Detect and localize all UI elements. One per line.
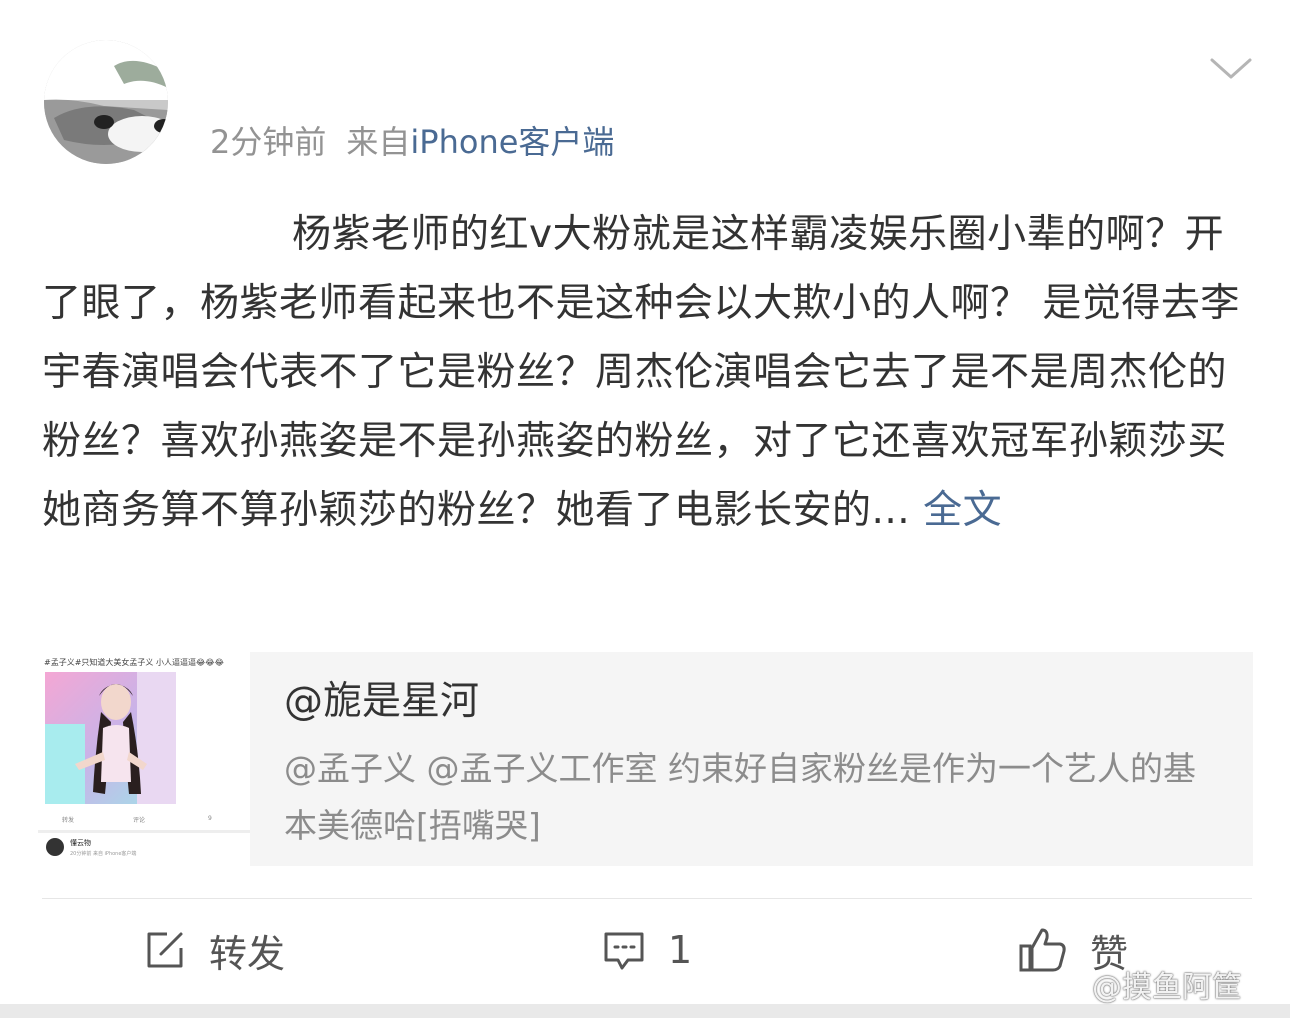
username-redacted (205, 52, 465, 104)
repost-label: 转发 (209, 931, 286, 976)
post-meta: 2分钟前 来自iPhone客户端 (210, 118, 614, 166)
thumbnail-comment: 评论 (133, 817, 146, 824)
thumbnail-caption: #孟子义#只知道大美女孟子义 小人逼逼逼😂😂😂 (44, 658, 224, 667)
repost-text: @孟子义 @孟子义工作室 约束好自家粉丝是作为一个艺人的基本美德哈[捂嘴哭] (284, 749, 1196, 845)
post-body: 杨紫老师的红v大粉就是这样霸凌娱乐圈小辈的啊？开了眼了，杨紫老师看起来也不是这种… (42, 200, 1252, 545)
post-body-text: 杨紫老师的红v大粉就是这样霸凌娱乐圈小辈的啊？开了眼了，杨紫老师看起来也不是这种… (42, 212, 1240, 533)
action-divider (42, 898, 1252, 899)
repost-thumbnail[interactable]: #孟子义#只知道大美女孟子义 小人逼逼逼😂😂😂 转发 评论 9 懂云物 20分钟… (38, 652, 250, 866)
redacted-mention (42, 222, 292, 252)
chevron-down-icon[interactable] (1208, 52, 1254, 82)
repost-button[interactable]: 转发 (143, 920, 285, 980)
repost-card[interactable]: #孟子义#只知道大美女孟子义 小人逼逼逼😂😂😂 转发 评论 9 懂云物 20分钟… (38, 652, 1253, 866)
thumbnail-like: 9 (208, 815, 212, 822)
avatar-image (44, 40, 168, 164)
thumbnail-user-name: 懂云物 (70, 839, 91, 847)
post-time: 2分钟前 (210, 123, 327, 161)
full-text-link[interactable]: 全文 (923, 488, 1002, 533)
thumbnail-avatar (46, 838, 64, 856)
edit-square-icon (143, 928, 187, 972)
thumbnail-actions: 转发 评论 9 (38, 812, 250, 828)
comment-bubble-icon (602, 928, 646, 972)
comment-count: 1 (668, 928, 693, 972)
comment-button[interactable]: 1 (602, 920, 692, 980)
source-link[interactable]: iPhone客户端 (410, 123, 614, 161)
avatar[interactable] (44, 40, 168, 164)
source-prefix: 来自 (346, 123, 411, 161)
repost-author[interactable]: @旎是星河 (284, 676, 479, 728)
thumbnail-user: 懂云物 20分钟前 来自 iPhone客户端 (46, 838, 246, 864)
thumbnail-user-meta: 20分钟前 来自 iPhone客户端 (70, 851, 137, 857)
watermark: @摸鱼阿筐 (1092, 970, 1242, 1005)
thumbnail-repost: 转发 (62, 817, 75, 824)
thumbs-up-icon (1018, 926, 1068, 974)
thumbnail-photo (45, 672, 176, 804)
thumbnail-divider (38, 830, 250, 833)
